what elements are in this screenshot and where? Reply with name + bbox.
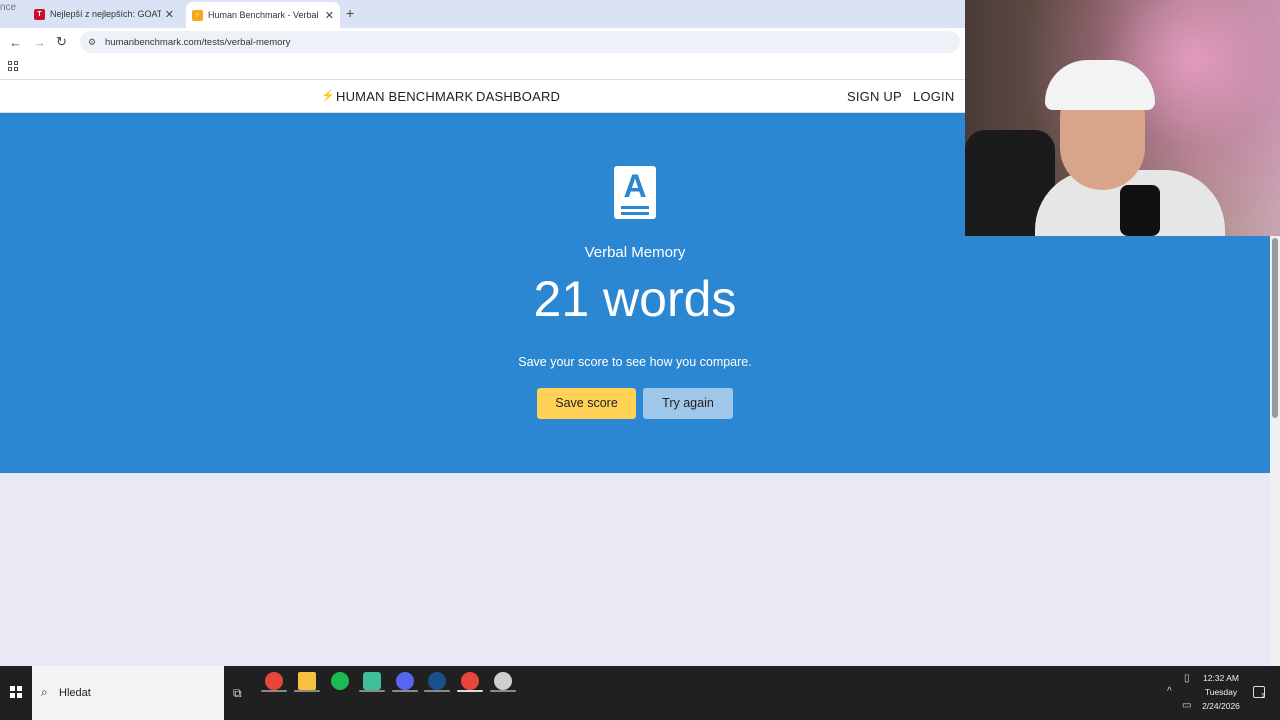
verbal-memory-icon: A bbox=[614, 166, 656, 219]
tab-close-icon[interactable]: ✕ bbox=[165, 8, 174, 21]
app-running-indicator bbox=[261, 690, 287, 692]
app-running-indicator bbox=[424, 690, 450, 692]
clock-time[interactable]: 12:32 AM bbox=[1196, 673, 1246, 683]
discord-icon[interactable] bbox=[396, 672, 414, 690]
battery-icon[interactable]: ▯ bbox=[1184, 673, 1190, 684]
webcam-overlay bbox=[965, 0, 1280, 236]
spotify-icon[interactable] bbox=[331, 672, 349, 690]
clock-day[interactable]: Tuesday bbox=[1196, 687, 1246, 697]
app-running-indicator bbox=[392, 690, 418, 692]
notification-count: 1 bbox=[1261, 693, 1265, 700]
icon-letter: A bbox=[623, 168, 647, 204]
forward-arrow-icon[interactable]: → bbox=[33, 35, 46, 50]
search-placeholder[interactable]: Hledat bbox=[59, 687, 91, 699]
task-view-icon[interactable]: ⧉ bbox=[233, 686, 242, 701]
app-active-indicator bbox=[457, 690, 483, 692]
try-again-button[interactable]: Try again bbox=[643, 388, 733, 419]
reload-icon[interactable]: ↻ bbox=[56, 34, 67, 50]
new-tab-icon[interactable]: + bbox=[346, 5, 354, 21]
app-running-indicator bbox=[490, 690, 516, 692]
save-prompt: Save your score to see how you compare. bbox=[518, 355, 752, 369]
tab-title: Nejlepší z nejlepších: GOAT (20 bbox=[50, 9, 161, 19]
chrome-active-icon[interactable] bbox=[461, 672, 479, 690]
signup-link[interactable]: SIGN UP bbox=[847, 89, 902, 104]
steam-icon[interactable] bbox=[428, 672, 446, 690]
twitch-icon[interactable] bbox=[363, 672, 381, 690]
bolt-icon: ⚡ bbox=[321, 90, 335, 102]
windows-start-icon[interactable] bbox=[10, 686, 22, 698]
dashboard-link[interactable]: DASHBOARD bbox=[476, 89, 560, 104]
test-name: Verbal Memory bbox=[584, 244, 686, 261]
save-score-button[interactable]: Save score bbox=[537, 388, 636, 419]
tray-chevron-icon[interactable]: ^ bbox=[1167, 686, 1172, 697]
corner-text: nce bbox=[0, 2, 17, 13]
brand-link[interactable]: HUMAN BENCHMARK bbox=[336, 89, 473, 104]
tab-goat[interactable]: T Nejlepší z nejlepších: GOAT (20 ✕ bbox=[28, 3, 180, 25]
app-running-indicator bbox=[359, 690, 385, 692]
login-link[interactable]: LOGIN bbox=[913, 89, 954, 104]
site-info-icon[interactable]: ⚙ bbox=[88, 37, 96, 48]
address-url[interactable]: humanbenchmark.com/tests/verbal-memory bbox=[105, 37, 290, 48]
tab-human-benchmark[interactable]: ⚡ Human Benchmark - Verbal Me ✕ bbox=[186, 2, 340, 28]
tab-favicon-icon: ⚡ bbox=[192, 9, 203, 21]
network-icon[interactable]: ▭ bbox=[1182, 700, 1191, 711]
scrollbar-thumb[interactable] bbox=[1272, 238, 1278, 418]
tab-title: Human Benchmark - Verbal Me bbox=[208, 10, 321, 20]
file-explorer-icon[interactable] bbox=[298, 672, 316, 690]
score-value: 21 words bbox=[533, 271, 737, 327]
chrome-icon[interactable] bbox=[265, 672, 283, 690]
search-icon: ⌕ bbox=[41, 685, 48, 699]
apps-grid-icon[interactable] bbox=[8, 61, 19, 72]
app-running-indicator bbox=[294, 690, 320, 692]
tab-favicon-icon: T bbox=[34, 8, 45, 20]
back-arrow-icon[interactable]: ← bbox=[9, 35, 22, 50]
clock-date[interactable]: 2/24/2026 bbox=[1196, 701, 1246, 711]
tab-close-icon[interactable]: ✕ bbox=[325, 9, 334, 22]
settings-icon[interactable] bbox=[494, 672, 512, 690]
